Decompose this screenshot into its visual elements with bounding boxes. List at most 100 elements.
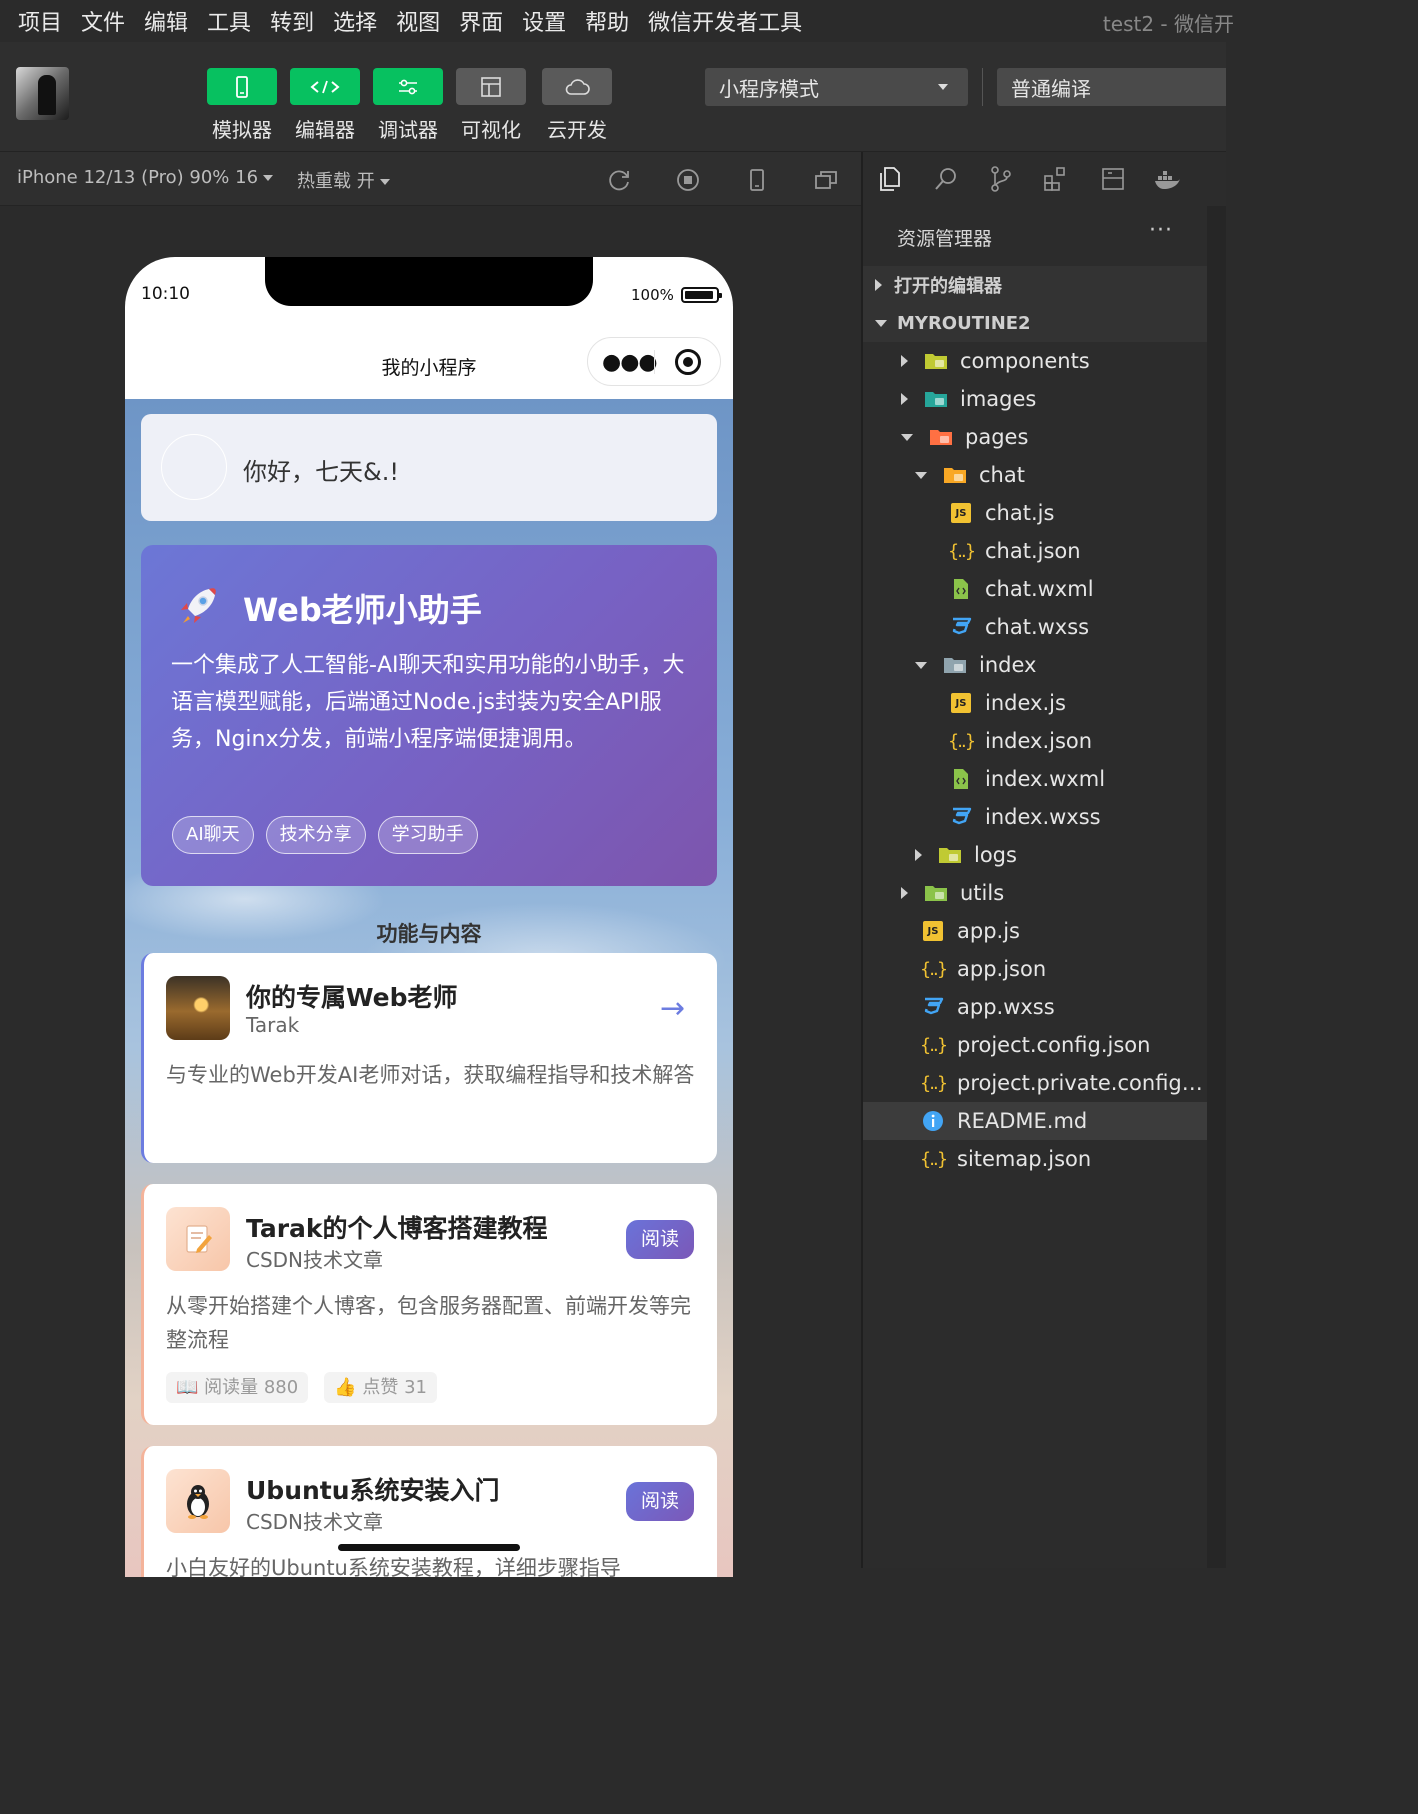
visual-tool[interactable]: 可视化 [456,68,526,143]
tree-item[interactable]: {..} app.json [863,950,1207,988]
caret-down-icon [263,175,274,181]
tree-item-label: chat.wxml [985,577,1094,601]
refresh-icon[interactable] [606,167,632,193]
article-card-ubuntu[interactable]: Ubuntu系统安装入门 CSDN技术文章 阅读 小白友好的Ubuntu系统安装… [141,1446,717,1577]
code-icon [310,80,340,93]
tree-item[interactable]: chat.wxss [863,608,1207,646]
visual-button[interactable] [456,68,526,105]
scrollbar-track[interactable] [1207,206,1226,1568]
user-avatar[interactable] [16,67,69,120]
phone-frame: 10:10 100% 我的小程序 ●●● 你好，七天&.! Web老师小助手 一… [125,257,733,1577]
menu-interface[interactable]: 界面 [459,5,503,37]
close-miniprogram-icon[interactable] [675,349,701,375]
files-icon[interactable] [875,164,905,194]
tree-item[interactable]: chat.wxml [863,570,1207,608]
folder-icon [938,843,962,867]
simulator-tool[interactable]: 模拟器 [207,68,277,143]
tree-item[interactable]: {..} project.config.json [863,1026,1207,1064]
tree-item[interactable]: README.md [863,1102,1207,1140]
mode-select[interactable]: 小程序模式 [705,68,968,106]
open-editors-section[interactable]: 打开的编辑器 [863,266,1207,304]
tree-item-label: app.wxss [957,995,1055,1019]
menu-edit[interactable]: 编辑 [144,5,188,37]
feature-card-web-teacher[interactable]: 你的专属Web老师 Tarak → 与专业的Web开发AI老师对话，获取编程指导… [141,953,717,1163]
simulator-label: 模拟器 [212,118,272,142]
capsule-menu: ●●● [587,337,721,386]
cloud-button[interactable] [542,68,612,105]
tree-item-label: app.json [957,957,1047,981]
json-file-icon: {..} [919,1034,948,1056]
tree-item[interactable]: {..} index.json [863,722,1207,760]
tree-item[interactable]: logs [863,836,1207,874]
article-card-blog[interactable]: Tarak的个人博客搭建教程 CSDN技术文章 阅读 从零开始搭建个人博客，包含… [141,1184,717,1425]
folder-icon [943,653,967,677]
source-control-icon[interactable] [986,164,1016,194]
menu-help[interactable]: 帮助 [585,5,629,37]
hero-title: Web老师小助手 [243,591,482,629]
editor-tool[interactable]: 编辑器 [290,68,360,143]
tree-item[interactable]: index.wxml [863,760,1207,798]
tree-item[interactable]: components [863,342,1207,380]
device-select[interactable]: iPhone 12/13 (Pro) 90% 16 [17,167,274,188]
more-dots-icon[interactable]: ●●● [602,350,658,375]
menu-goto[interactable]: 转到 [270,5,314,37]
read-button[interactable]: 阅读 [626,1220,694,1259]
stop-icon[interactable] [675,167,701,193]
tree-item-label: utils [960,881,1005,905]
menu-project[interactable]: 项目 [18,5,62,37]
tree-item[interactable]: JS app.js [863,912,1207,950]
arrow-right-icon[interactable]: → [660,991,685,1026]
tree-item[interactable]: {..} project.private.config.json [863,1064,1207,1102]
tree-item[interactable]: app.wxss [863,988,1207,1026]
menu-tools[interactable]: 工具 [207,5,251,37]
main-toolbar: 模拟器 编辑器 调试器 可视化 云开发 小程序模式 普通编译 [0,42,1226,152]
tree-item[interactable]: utils [863,874,1207,912]
debugger-button[interactable] [373,68,443,105]
caret-down-icon [379,179,390,185]
tree-item[interactable]: images [863,380,1207,418]
tree-item[interactable]: JS index.js [863,684,1207,722]
tag-tech-share[interactable]: 技术分享 [265,816,366,854]
storage-icon[interactable] [1098,164,1128,194]
editor-label: 编辑器 [295,118,355,142]
hero-tags: AI聊天 技术分享 学习助手 [172,816,490,854]
tag-ai-chat[interactable]: AI聊天 [172,816,254,854]
menu-view[interactable]: 视图 [396,5,440,37]
tree-item[interactable]: chat [863,456,1207,494]
greeting-text: 你好，七天&.! [243,458,399,486]
javascript-file-icon: JS [951,503,971,523]
menu-file[interactable]: 文件 [81,5,125,37]
compile-select[interactable]: 普通编译 [997,68,1226,106]
tree-item-label: logs [974,843,1017,867]
tree-item[interactable]: {..} sitemap.json [863,1140,1207,1178]
card-description: 与专业的Web开发AI老师对话，获取编程指导和技术解答 [166,1063,695,1087]
chevron-down-icon [938,84,948,90]
tree-item[interactable]: index [863,646,1207,684]
penguin-thumbnail [166,1469,230,1533]
read-button[interactable]: 阅读 [626,1482,694,1521]
tree-item[interactable]: index.wxss [863,798,1207,836]
search-icon[interactable] [931,164,961,194]
tree-item[interactable]: pages [863,418,1207,456]
more-actions-icon[interactable]: ··· [1149,218,1173,243]
explorer-title: 资源管理器 [897,228,993,250]
user-avatar-circle[interactable] [161,434,227,500]
tree-item[interactable]: JS chat.js [863,494,1207,532]
menu-wechat-devtools[interactable]: 微信开发者工具 [648,5,802,37]
detach-window-icon[interactable] [813,167,839,193]
simulator-button[interactable] [207,68,277,105]
editor-button[interactable] [290,68,360,105]
debugger-tool[interactable]: 调试器 [373,68,443,143]
cloud-tool[interactable]: 云开发 [542,68,612,143]
project-section[interactable]: MYROUTINE2 [863,304,1207,342]
device-icon[interactable] [744,167,770,193]
chevron-down-icon [915,661,927,669]
menu-settings[interactable]: 设置 [522,5,566,37]
menu-select[interactable]: 选择 [333,5,377,37]
tag-study-helper[interactable]: 学习助手 [377,816,478,854]
docker-icon[interactable] [1152,164,1182,194]
toolbar-divider [982,68,983,106]
hot-reload-select[interactable]: 热重载 开 [297,167,390,193]
extensions-icon[interactable] [1041,164,1071,194]
tree-item[interactable]: {..} chat.json [863,532,1207,570]
